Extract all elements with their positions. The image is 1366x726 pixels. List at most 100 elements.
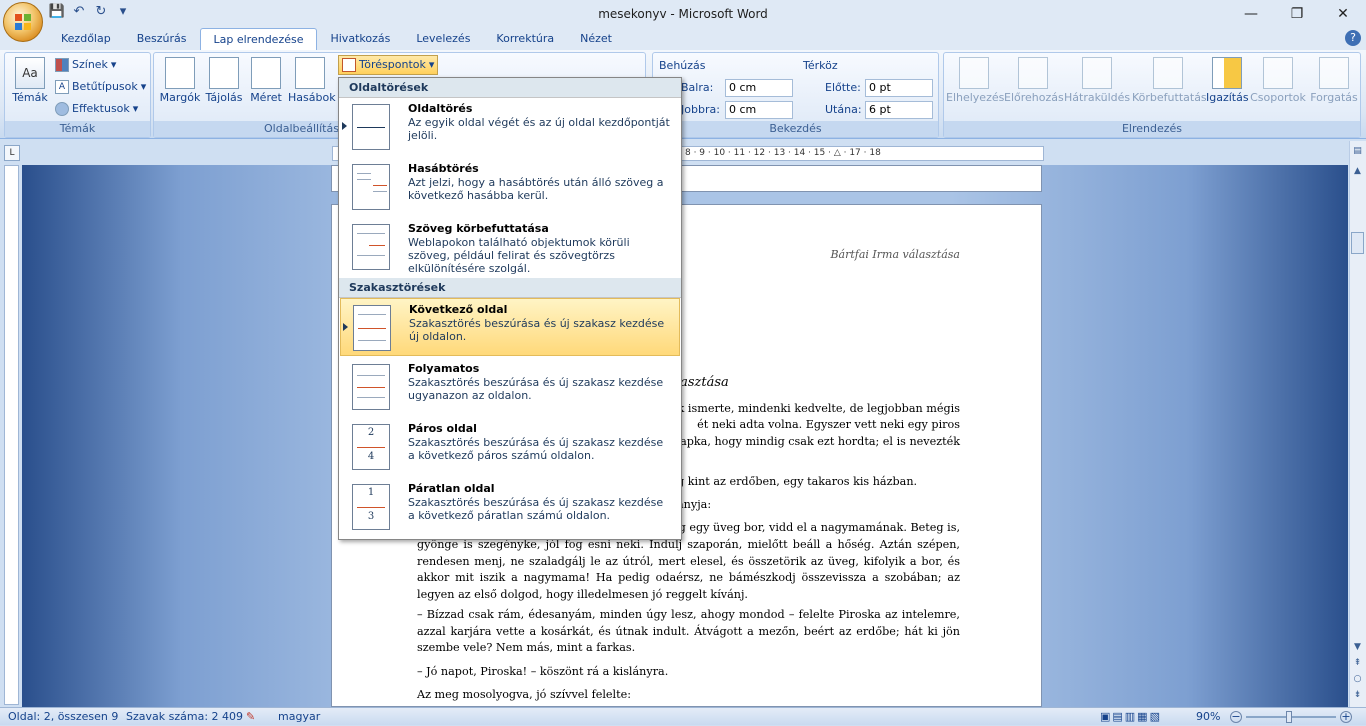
send-backward-icon bbox=[1082, 57, 1112, 89]
view-ruler-icon[interactable]: ▤ bbox=[1351, 146, 1364, 160]
customize-qat-icon[interactable]: ▾ bbox=[114, 3, 132, 21]
tab-nezet[interactable]: Nézet bbox=[567, 28, 625, 50]
text-line: g kint az erdőben, egy takaros kis házba… bbox=[677, 475, 918, 488]
zoom-in-icon[interactable]: + bbox=[1340, 711, 1352, 723]
tab-kezdolap[interactable]: Kezdőlap bbox=[48, 28, 124, 50]
menu-item-desc: Az egyik oldal végét és az új oldal kezd… bbox=[408, 116, 670, 142]
orientation-button[interactable]: Tájolás bbox=[202, 57, 246, 121]
margins-button[interactable]: Margók bbox=[158, 57, 202, 121]
arrow-icon bbox=[343, 323, 348, 331]
menu-item-continuous[interactable]: Folyamatos Szakasztörés beszúrása és új … bbox=[340, 358, 680, 416]
menu-item-title: Oldaltörés bbox=[408, 102, 473, 115]
tab-hivatkozas[interactable]: Hivatkozás bbox=[317, 28, 403, 50]
fonts-button[interactable]: A Betűtípusok ▾ bbox=[55, 77, 146, 97]
restore-button[interactable]: ❐ bbox=[1274, 0, 1320, 28]
spacing-before-input[interactable]: 0 pt bbox=[865, 79, 933, 97]
previous-page-icon[interactable]: ⇞ bbox=[1351, 658, 1364, 670]
bring-forward-button[interactable]: Előrehozás bbox=[1004, 57, 1064, 121]
columns-button[interactable]: Hasábok bbox=[288, 57, 336, 121]
menu-item-title: Hasábtörés bbox=[408, 162, 479, 175]
menu-item-desc: Szakasztörés beszúrása és új szakasz kez… bbox=[409, 317, 665, 343]
columns-icon bbox=[295, 57, 325, 89]
next-page-icon[interactable]: ⇟ bbox=[1351, 690, 1364, 702]
ribbon-tabs: Kezdőlap Beszúrás Lap elrendezése Hivatk… bbox=[0, 28, 1366, 50]
help-icon[interactable]: ? bbox=[1345, 30, 1361, 46]
menu-item-page-break[interactable]: Oldaltörés Az egyik oldal végét és az új… bbox=[340, 98, 680, 156]
browse-object-icon[interactable]: ○ bbox=[1351, 674, 1364, 686]
zoom-level[interactable]: 90% bbox=[1196, 708, 1220, 726]
spacing-after-label: Utána: bbox=[825, 103, 862, 116]
group-objects-icon bbox=[1263, 57, 1293, 89]
text-line: anyja: bbox=[677, 498, 712, 511]
margins-icon bbox=[165, 57, 195, 89]
vertical-scrollbar[interactable] bbox=[1349, 141, 1366, 707]
tab-levelezes[interactable]: Levelezés bbox=[403, 28, 483, 50]
group-objects-label: Csoportok bbox=[1250, 91, 1306, 104]
tab-lap-elrendezese[interactable]: Lap elrendezése bbox=[199, 28, 318, 50]
zoom-slider-thumb[interactable] bbox=[1286, 711, 1292, 723]
vertical-ruler[interactable] bbox=[4, 165, 19, 705]
menu-section-page-breaks: Oldaltörések bbox=[339, 78, 681, 98]
office-button[interactable] bbox=[3, 2, 43, 42]
fonts-icon: A bbox=[55, 80, 69, 94]
odd-page-break-icon: 1 3 bbox=[352, 484, 390, 530]
proofing-icon[interactable]: ✎ bbox=[246, 708, 255, 726]
page-number: 1 bbox=[363, 487, 379, 498]
status-language[interactable]: magyar bbox=[278, 708, 320, 726]
menu-item-title: Páratlan oldal bbox=[408, 482, 495, 495]
group-title-elrendezes: Elrendezés bbox=[944, 121, 1360, 137]
rotate-button[interactable]: Forgatás bbox=[1308, 57, 1360, 121]
spacing-after-input[interactable]: 6 pt bbox=[865, 101, 933, 119]
themes-icon: Aa bbox=[15, 57, 45, 89]
menu-item-title: Szöveg körbefuttatása bbox=[408, 222, 549, 235]
page-number: 4 bbox=[363, 451, 379, 462]
office-logo-icon bbox=[15, 14, 31, 30]
close-button[interactable]: ✕ bbox=[1320, 0, 1366, 28]
tab-selector[interactable]: L bbox=[4, 145, 20, 161]
menu-item-even-page[interactable]: 2 4 Páros oldal Szakasztörés beszúrása é… bbox=[340, 418, 680, 476]
menu-item-next-page[interactable]: Következő oldal Szakasztörés beszúrása é… bbox=[340, 298, 680, 356]
themes-label: Témák bbox=[12, 91, 48, 104]
colors-button[interactable]: Színek ▾ bbox=[55, 55, 116, 75]
menu-item-odd-page[interactable]: 1 3 Páratlan oldal Szakasztörés beszúrás… bbox=[340, 478, 680, 536]
effects-button[interactable]: Effektusok ▾ bbox=[55, 99, 138, 119]
status-words[interactable]: Szavak száma: 2 409 bbox=[126, 708, 243, 726]
effects-icon bbox=[55, 102, 69, 116]
size-button[interactable]: Méret bbox=[244, 57, 288, 121]
save-icon[interactable]: 💾 bbox=[48, 3, 66, 21]
margins-label: Margók bbox=[159, 91, 201, 104]
menu-item-text-wrapping[interactable]: Szöveg körbefuttatása Weblapokon találha… bbox=[340, 218, 680, 276]
align-button[interactable]: Igazítás bbox=[1206, 57, 1249, 121]
scroll-up-icon[interactable]: ▲ bbox=[1351, 166, 1364, 178]
next-page-break-icon bbox=[353, 305, 391, 351]
breaks-button[interactable]: Töréspontok ▾ bbox=[338, 55, 438, 75]
fonts-label: Betűtípusok bbox=[72, 80, 138, 93]
zoom-out-icon[interactable]: − bbox=[1230, 711, 1242, 723]
tab-korrektura[interactable]: Korrektúra bbox=[483, 28, 567, 50]
text-wrap-button[interactable]: Körbefuttatás bbox=[1132, 57, 1207, 121]
menu-item-desc: Szakasztörés beszúrása és új szakasz kez… bbox=[408, 436, 664, 462]
themes-button[interactable]: Aa Témák bbox=[8, 57, 52, 121]
indent-left-input[interactable]: 0 cm bbox=[725, 79, 793, 97]
send-backward-button[interactable]: Hátraküldés bbox=[1064, 57, 1130, 121]
group-title-bekezdes: Bekezdés bbox=[653, 121, 938, 137]
group-objects-button[interactable]: Csoportok bbox=[1250, 57, 1306, 121]
undo-icon[interactable]: ↶ bbox=[70, 3, 88, 21]
view-buttons[interactable]: ▣▤▥▦▧ bbox=[1100, 708, 1162, 726]
indent-left-label: Balra: bbox=[681, 81, 714, 94]
redo-icon[interactable]: ↻ bbox=[92, 3, 110, 21]
window-title: mesekonyv - Microsoft Word bbox=[598, 7, 768, 21]
align-label: Igazítás bbox=[1206, 91, 1249, 104]
position-button[interactable]: Elhelyezés bbox=[946, 57, 1004, 121]
minimize-button[interactable]: — bbox=[1228, 0, 1274, 28]
menu-item-column-break[interactable]: Hasábtörés Azt jelzi, hogy a hasábtörés … bbox=[340, 158, 680, 216]
spacing-title: Térköz bbox=[803, 59, 838, 72]
breaks-label: Töréspontok bbox=[359, 58, 426, 71]
scrollbar-thumb[interactable] bbox=[1351, 232, 1364, 254]
scroll-down-icon[interactable]: ▼ bbox=[1351, 642, 1364, 654]
position-icon bbox=[959, 57, 989, 89]
even-page-break-icon: 2 4 bbox=[352, 424, 390, 470]
status-page[interactable]: Oldal: 2, összesen 9 bbox=[8, 708, 118, 726]
tab-beszuras[interactable]: Beszúrás bbox=[124, 28, 200, 50]
indent-right-input[interactable]: 0 cm bbox=[725, 101, 793, 119]
